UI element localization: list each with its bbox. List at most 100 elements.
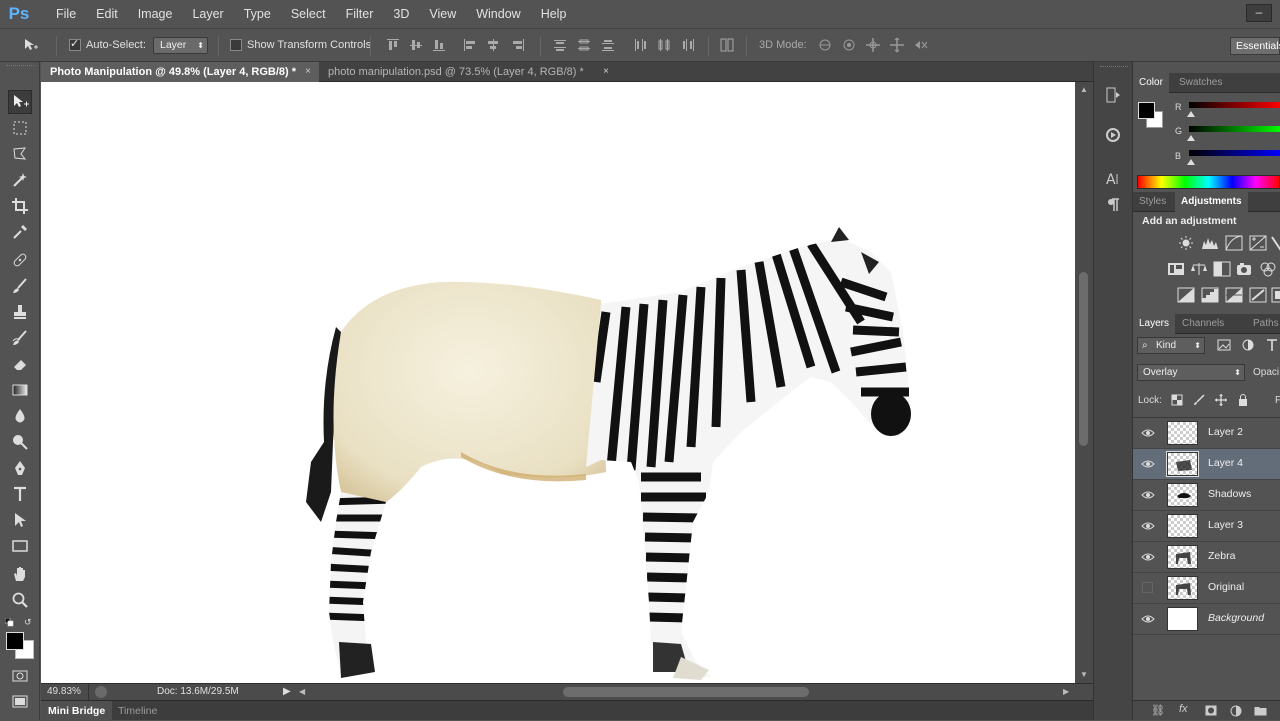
tab-swatches[interactable]: Swatches [1173, 73, 1228, 93]
character-panel-icon[interactable]: A [1104, 170, 1124, 190]
auto-select-target-dropdown[interactable]: Layer ⬍ [153, 37, 208, 54]
distribute-top-icon[interactable] [552, 37, 568, 53]
tab-adjustments[interactable]: Adjustments [1175, 192, 1248, 212]
gradient-tool-icon[interactable] [8, 378, 32, 402]
filter-pixel-icon[interactable] [1217, 338, 1231, 352]
swap-colors-icon[interactable]: ↺ [24, 617, 34, 627]
blend-mode-dropdown[interactable]: Overlay ⬍ [1137, 364, 1245, 381]
red-slider-knob[interactable] [1187, 111, 1195, 117]
tab-mini-bridge[interactable]: Mini Bridge [41, 701, 113, 721]
foreground-color-swatch[interactable] [6, 632, 24, 650]
color-spectrum-ramp[interactable] [1137, 175, 1280, 189]
auto-align-icon[interactable] [719, 37, 735, 53]
3d-rotate-icon[interactable] [817, 37, 833, 53]
layer-row-layer-3[interactable]: Layer 3 [1133, 511, 1280, 542]
selective-color-icon[interactable] [1271, 287, 1280, 303]
distribute-hcenter-icon[interactable] [656, 37, 672, 53]
photo-filter-icon[interactable] [1236, 261, 1254, 277]
history-brush-tool-icon[interactable] [8, 326, 32, 350]
distribute-right-icon[interactable] [680, 37, 696, 53]
scroll-right-icon[interactable]: ▶ [1063, 684, 1069, 700]
color-panel-foreground-swatch[interactable] [1138, 102, 1155, 119]
tab-photo-manipulation-psd[interactable]: photo manipulation.psd @ 73.5% (Layer 4,… [319, 62, 617, 82]
tab-timeline[interactable]: Timeline [111, 701, 164, 721]
layer-row-zebra[interactable]: Zebra [1133, 542, 1280, 573]
layer-style-fx-icon[interactable]: fx [1179, 703, 1193, 717]
move-tool-preset-icon[interactable] [22, 37, 38, 53]
actions-panel-icon[interactable] [1104, 126, 1124, 146]
layer-row-background[interactable]: Background [1133, 604, 1280, 635]
curves-icon[interactable] [1225, 235, 1243, 251]
visibility-eye-icon[interactable] [1141, 520, 1155, 532]
paragraph-panel-icon[interactable] [1104, 196, 1124, 216]
status-menu-arrow-icon[interactable]: ▶ [283, 684, 291, 700]
visibility-eye-icon[interactable] [1141, 427, 1155, 439]
rectangle-tool-icon[interactable] [8, 534, 32, 558]
quick-mask-icon[interactable] [8, 664, 32, 688]
menu-file[interactable]: File [46, 0, 86, 28]
brush-tool-icon[interactable] [8, 274, 32, 298]
tab-photo-manipulation[interactable]: Photo Manipulation @ 49.8% (Layer 4, RGB… [41, 62, 319, 82]
lock-transparent-icon[interactable] [1171, 394, 1183, 406]
visibility-eye-icon[interactable] [1141, 458, 1155, 470]
zoom-level-field[interactable]: 49.83% [41, 684, 89, 700]
channel-mixer-icon[interactable] [1259, 261, 1277, 277]
align-bottom-icon[interactable] [431, 37, 447, 53]
menu-type[interactable]: Type [234, 0, 281, 28]
healing-brush-tool-icon[interactable] [8, 248, 32, 272]
3d-scale-icon[interactable] [913, 37, 929, 53]
gradient-map-icon[interactable] [1249, 287, 1267, 303]
crop-tool-icon[interactable] [8, 194, 32, 218]
visibility-eye-icon[interactable] [1141, 489, 1155, 501]
vertical-scroll-thumb[interactable] [1079, 272, 1088, 446]
scroll-up-icon[interactable]: ▲ [1080, 85, 1088, 94]
layer-row-layer-2[interactable]: Layer 2 [1133, 418, 1280, 449]
vibrance-icon[interactable] [1271, 235, 1280, 251]
default-colors-icon[interactable] [4, 617, 14, 627]
layer-row-shadows[interactable]: Shadows [1133, 480, 1280, 511]
3d-roll-icon[interactable] [841, 37, 857, 53]
marquee-tool-icon[interactable] [8, 116, 32, 140]
eraser-tool-icon[interactable] [8, 352, 32, 376]
scroll-down-icon[interactable]: ▼ [1080, 670, 1088, 679]
3d-drag-icon[interactable] [865, 37, 881, 53]
document-canvas[interactable] [41, 82, 1075, 683]
layer-row-layer-4[interactable]: Layer 4 [1133, 449, 1280, 480]
show-transform-checkbox[interactable] [230, 39, 242, 51]
type-tool-icon[interactable] [8, 482, 32, 506]
history-panel-icon[interactable] [1104, 86, 1124, 106]
lasso-tool-icon[interactable] [8, 142, 32, 166]
lock-position-icon[interactable] [1215, 394, 1227, 406]
distribute-vcenter-icon[interactable] [576, 37, 592, 53]
menu-edit[interactable]: Edit [86, 0, 128, 28]
dodge-tool-icon[interactable] [8, 430, 32, 454]
align-vcenter-icon[interactable] [408, 37, 424, 53]
lock-all-icon[interactable] [1237, 394, 1249, 406]
black-white-icon[interactable] [1213, 261, 1231, 277]
status-info-icon[interactable] [95, 686, 107, 698]
path-selection-tool-icon[interactable] [8, 508, 32, 532]
workspace-switcher[interactable]: Essentials [1230, 37, 1280, 55]
posterize-icon[interactable] [1201, 287, 1219, 303]
3d-slide-icon[interactable] [889, 37, 905, 53]
menu-window[interactable]: Window [466, 0, 530, 28]
hue-saturation-icon[interactable] [1167, 261, 1185, 277]
close-tab-icon[interactable]: × [603, 62, 609, 82]
exposure-icon[interactable] [1249, 235, 1267, 251]
link-layers-icon[interactable]: ⛓ [1151, 704, 1165, 718]
layer-filter-dropdown[interactable]: ⌕ Kind ⬍ [1137, 337, 1205, 354]
hand-tool-icon[interactable] [8, 562, 32, 586]
levels-icon[interactable] [1201, 235, 1219, 251]
color-balance-icon[interactable] [1190, 261, 1208, 277]
align-left-icon[interactable] [462, 37, 478, 53]
blur-tool-icon[interactable] [8, 404, 32, 428]
layer-row-original[interactable]: Original [1133, 573, 1280, 604]
threshold-icon[interactable] [1225, 287, 1243, 303]
pen-tool-icon[interactable] [8, 456, 32, 480]
new-adjustment-layer-icon[interactable] [1230, 705, 1242, 717]
distribute-bottom-icon[interactable] [600, 37, 616, 53]
visibility-eye-icon[interactable] [1141, 551, 1155, 563]
menu-select[interactable]: Select [281, 0, 336, 28]
align-hcenter-icon[interactable] [485, 37, 501, 53]
tab-paths[interactable]: Paths [1247, 314, 1280, 334]
